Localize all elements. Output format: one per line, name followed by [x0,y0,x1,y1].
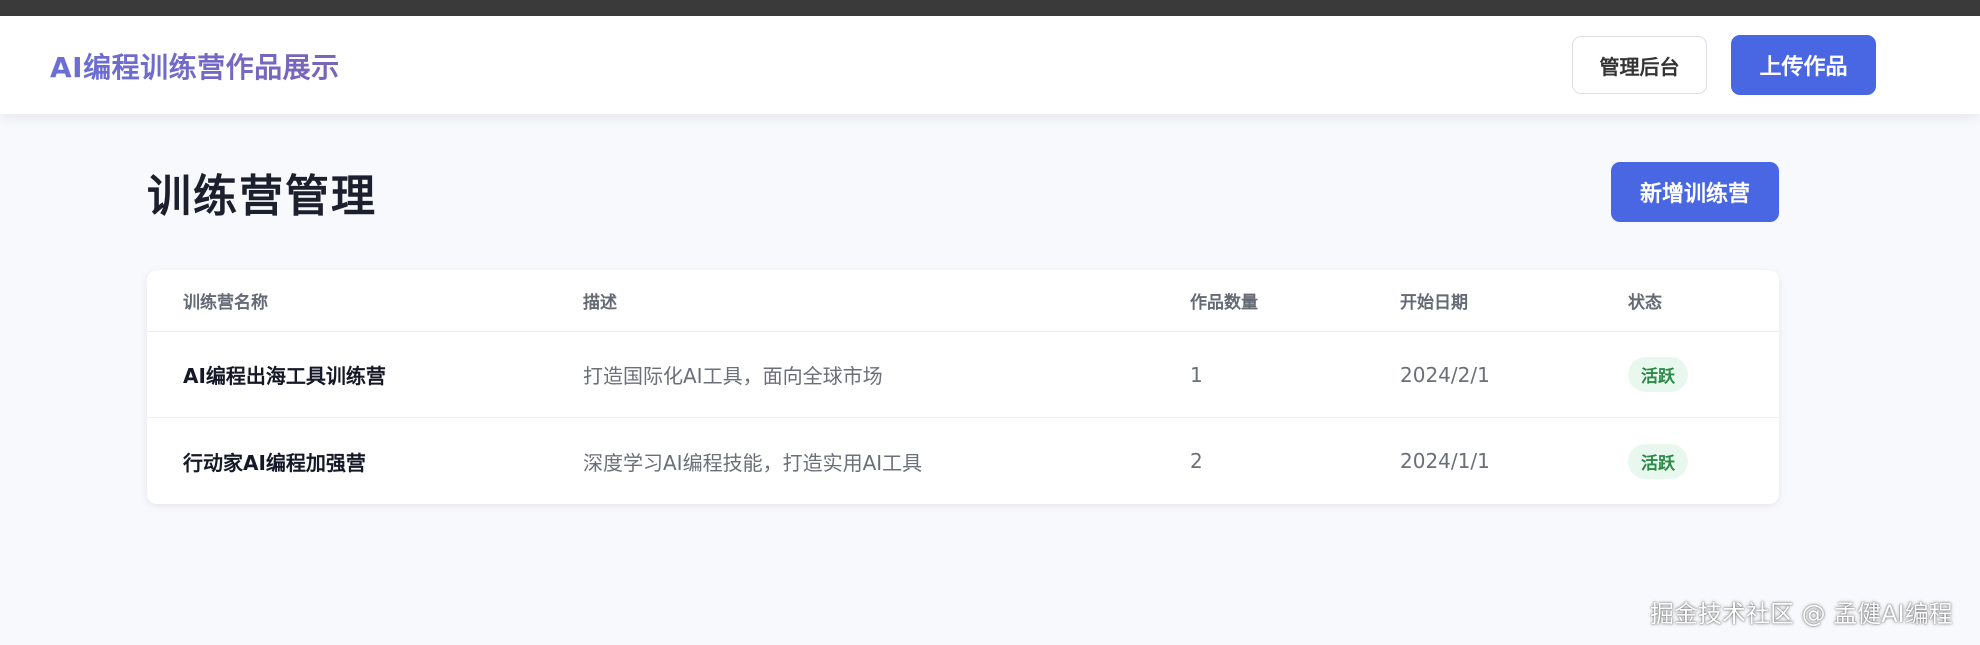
admin-button[interactable]: 管理后台 [1572,36,1707,94]
column-header-name: 训练营名称 [183,293,268,313]
upload-work-button[interactable]: 上传作品 [1731,35,1876,95]
table-row[interactable]: AI编程出海工具训练营 打造国际化AI工具，面向全球市场 1 2024/2/1 … [147,332,1779,418]
camp-name: 行动家AI编程加强营 [183,450,366,475]
add-camp-button[interactable]: 新增训练营 [1611,162,1779,222]
status-cell: 活跃 [1628,332,1688,417]
status-cell: 活跃 [1628,418,1688,504]
column-header-status: 状态 [1628,293,1662,313]
status-badge: 活跃 [1628,357,1688,392]
camp-works-count: 1 [1190,362,1203,387]
column-header-works: 作品数量 [1190,293,1258,313]
camp-start-date: 2024/2/1 [1400,362,1490,387]
column-header-description: 描述 [583,293,617,313]
table-row[interactable]: 行动家AI编程加强营 深度学习AI编程技能，打造实用AI工具 2 2024/1/… [147,418,1779,504]
camp-description: 打造国际化AI工具，面向全球市场 [583,364,883,388]
watermark-text: 掘金技术社区 @ 孟健AI编程 [1650,600,1953,628]
status-badge: 活跃 [1628,443,1688,479]
page-title: 训练营管理 [147,171,377,222]
table-header-row: 训练营名称 描述 作品数量 开始日期 状态 [147,270,1779,332]
camps-table: 训练营名称 描述 作品数量 开始日期 状态 AI编程出海工具训练营 打造国际化A… [147,270,1779,504]
column-header-start-date: 开始日期 [1400,293,1468,313]
browser-top-strip [0,0,1980,16]
camp-works-count: 2 [1190,449,1203,473]
camp-start-date: 2024/1/1 [1400,449,1490,473]
app-header: AI编程训练营作品展示 管理后台 上传作品 [0,16,1980,114]
camp-name: AI编程出海工具训练营 [183,364,386,388]
camp-description: 深度学习AI编程技能，打造实用AI工具 [583,450,923,475]
brand-title[interactable]: AI编程训练营作品展示 [50,46,340,86]
